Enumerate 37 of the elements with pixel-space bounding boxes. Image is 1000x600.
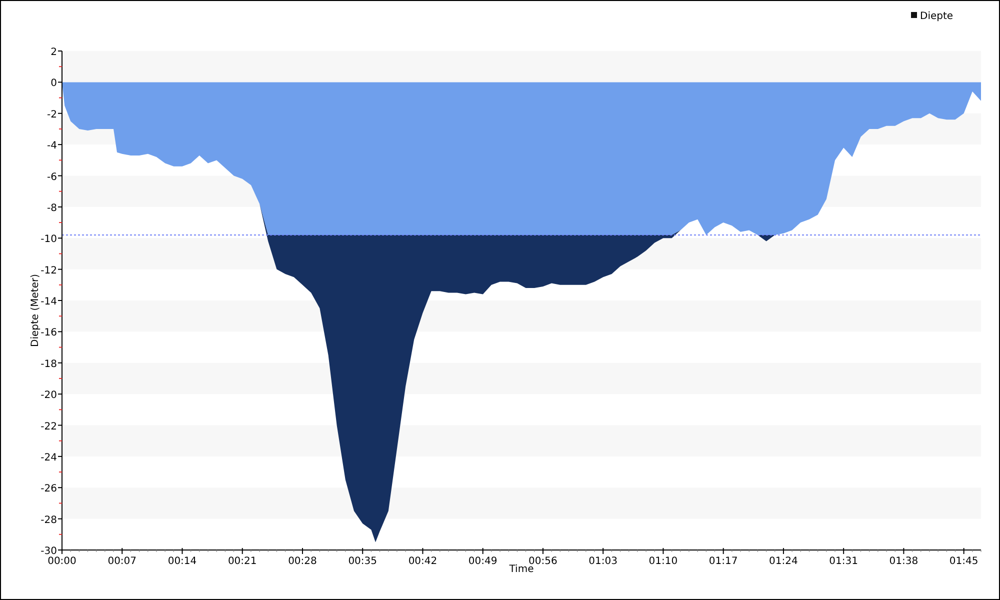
axis-tick-label: 2 bbox=[50, 47, 57, 58]
axis-tick-label: 00:21 bbox=[228, 556, 257, 567]
axis-tick-label: 00:49 bbox=[468, 556, 498, 567]
axis-tick-label: 01:31 bbox=[829, 556, 858, 567]
axis-tick-label: -26 bbox=[40, 484, 57, 495]
axis-tick-label: -8 bbox=[47, 202, 57, 214]
axis-tick-label: 00:00 bbox=[48, 556, 76, 567]
axis-tick-label: -14 bbox=[40, 296, 57, 308]
axis-tick-label: -2 bbox=[47, 109, 57, 120]
axis-tick-label: -28 bbox=[40, 514, 57, 526]
axis-tick-label: -30 bbox=[40, 546, 57, 557]
axis-tick-label: 00:35 bbox=[348, 556, 378, 567]
axis-tick-label: -10 bbox=[40, 234, 57, 246]
legend-label: Diepte bbox=[920, 11, 954, 22]
axis-tick-label: 01:24 bbox=[769, 556, 798, 567]
axis-tick-label: -24 bbox=[40, 452, 57, 464]
axis-tick-label: 01:45 bbox=[949, 556, 978, 567]
y-axis-title: Diepte (Meter) bbox=[30, 274, 41, 347]
axis-tick-label: -22 bbox=[40, 421, 57, 432]
axis-tick-label: -4 bbox=[47, 140, 57, 152]
axis-tick-label: 00:14 bbox=[168, 556, 197, 567]
axis-tick-label: 00:07 bbox=[108, 556, 137, 567]
axis-tick-label: -20 bbox=[40, 390, 57, 402]
axis-tick-label: 00:28 bbox=[288, 556, 317, 567]
x-axis-title: Time bbox=[509, 564, 534, 575]
legend-marker bbox=[911, 12, 917, 18]
axis-tick-label: -16 bbox=[40, 328, 57, 339]
axis-tick-label: 01:03 bbox=[588, 556, 618, 567]
axis-tick-label: 01:10 bbox=[648, 556, 678, 567]
axis-tick-label: -6 bbox=[47, 172, 57, 183]
axis-tick-label: 00:42 bbox=[408, 556, 438, 567]
axis-tick-label: -12 bbox=[40, 265, 57, 276]
axis-tick-label: -18 bbox=[40, 358, 57, 370]
axis-tick-label: 01:38 bbox=[889, 556, 918, 567]
axis-tick-label: 0 bbox=[50, 78, 57, 90]
axis-tick-label: 01:17 bbox=[708, 556, 738, 567]
axis-tick-label: 00:56 bbox=[528, 556, 558, 567]
